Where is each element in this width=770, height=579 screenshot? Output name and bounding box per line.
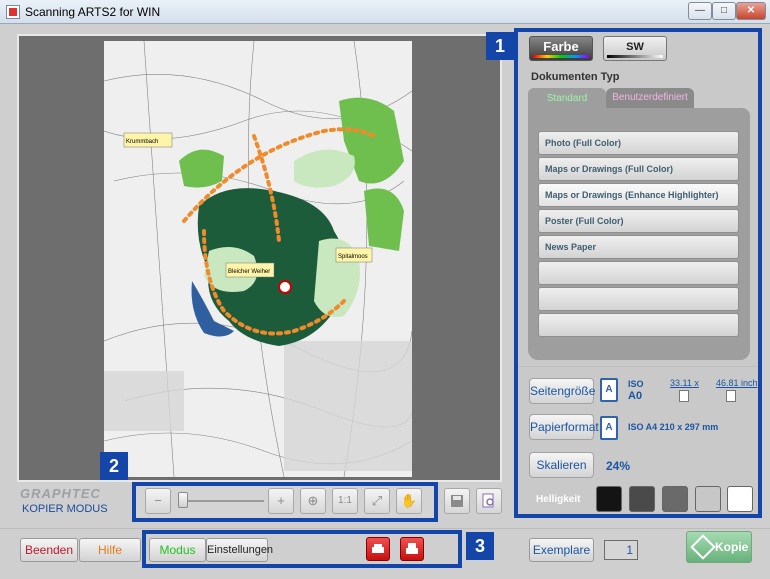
doc-type-item-selected[interactable]: Maps or Drawings (Enhance Highlighter) — [538, 183, 739, 207]
save-button[interactable] — [444, 488, 470, 514]
brightness-swatch-1[interactable] — [596, 486, 622, 512]
iso-label: ISO — [628, 379, 644, 389]
pan-hand-button[interactable]: ✋ — [396, 488, 422, 514]
brightness-swatch-2[interactable] — [629, 486, 655, 512]
preview-icon — [482, 493, 494, 508]
callout-1: 1 — [486, 32, 514, 60]
minimize-button[interactable]: — — [688, 2, 712, 20]
paper-format-button[interactable]: Papierformat — [529, 414, 599, 440]
page-size-button[interactable]: Seitengröße — [529, 378, 595, 404]
zoom-in-button[interactable]: + — [268, 488, 294, 514]
doc-type-item[interactable]: Photo (Full Color) — [538, 131, 739, 155]
fit-to-window-button[interactable]: ⤢ — [364, 488, 390, 514]
height-value: 46.81 inch — [716, 378, 758, 388]
zoom-rectangle-button[interactable]: ⊕ — [300, 488, 326, 514]
quit-button[interactable]: Beenden — [20, 538, 78, 562]
preview-button[interactable] — [476, 488, 502, 514]
copies-label-button[interactable]: Exemplare — [529, 538, 594, 562]
callout-3: 3 — [466, 532, 494, 560]
width-value: 33.11 x — [670, 378, 699, 388]
doc-type-item[interactable] — [538, 313, 739, 337]
copy-mode-label: KOPIER MODUS — [22, 503, 108, 515]
brightness-label: Helligkeit — [536, 494, 581, 505]
brightness-swatch-3[interactable] — [662, 486, 688, 512]
tab-standard[interactable]: Standard — [528, 88, 606, 110]
save-icon — [451, 495, 463, 507]
doc-type-item[interactable] — [538, 261, 739, 285]
doc-type-item[interactable]: Poster (Full Color) — [538, 209, 739, 233]
zoom-slider-thumb[interactable] — [178, 492, 188, 508]
page-size-icon: A — [600, 378, 618, 402]
callout-2: 2 — [100, 452, 128, 480]
copies-input[interactable]: 1 — [604, 540, 638, 560]
iso-size-value: A0 — [628, 390, 643, 402]
printer-icon — [406, 543, 418, 554]
print-button[interactable] — [400, 537, 424, 561]
scanner-icon — [372, 544, 384, 553]
brightness-swatch-4[interactable] — [695, 486, 721, 512]
map-image: Krummbach Bleicher Weiher Spitalmoos — [104, 41, 412, 477]
tab-custom[interactable]: Benutzerdefiniert — [606, 88, 694, 108]
document-type-heading: Dokumenten Typ — [531, 71, 620, 83]
maximize-button[interactable]: □ — [712, 2, 736, 20]
zoom-slider-track[interactable] — [179, 500, 264, 502]
graphtec-logo: GRAPHTEC — [20, 486, 101, 501]
color-gradient-bar — [533, 55, 589, 58]
window-title: Scanning ARTS2 for WIN — [25, 5, 161, 19]
calculator-icon[interactable] — [726, 390, 736, 402]
map-label-bleicher-weiher: Bleicher Weiher — [228, 269, 270, 275]
brightness-swatch-5[interactable] — [727, 486, 753, 512]
scanned-map-preview: Krummbach Bleicher Weiher Spitalmoos — [104, 41, 412, 477]
doc-type-item[interactable]: Maps or Drawings (Full Color) — [538, 157, 739, 181]
map-label-krummbach: Krummbach — [126, 139, 158, 145]
zoom-out-button[interactable]: − — [145, 488, 171, 514]
map-label-spitalmoos: Spitalmoos — [338, 254, 368, 260]
actual-size-button[interactable]: 1:1 — [332, 488, 358, 514]
doc-type-item[interactable] — [538, 287, 739, 311]
paper-format-value: ISO A4 210 x 297 mm — [628, 422, 719, 432]
scale-button[interactable]: Skalieren — [529, 452, 594, 478]
scale-value: 24% — [606, 459, 631, 473]
app-icon — [6, 5, 20, 19]
paper-format-icon: A — [600, 416, 618, 440]
calculator-icon[interactable] — [679, 390, 689, 402]
close-button[interactable]: ✕ — [736, 2, 766, 20]
help-button[interactable]: Hilfe — [79, 538, 141, 562]
settings-button[interactable]: Einstellungen — [206, 538, 273, 562]
doc-type-item[interactable]: News Paper — [538, 235, 739, 259]
scan-to-printer-button[interactable] — [366, 537, 390, 561]
bw-gradient-bar — [607, 55, 663, 58]
mode-button[interactable]: Modus — [149, 538, 206, 562]
